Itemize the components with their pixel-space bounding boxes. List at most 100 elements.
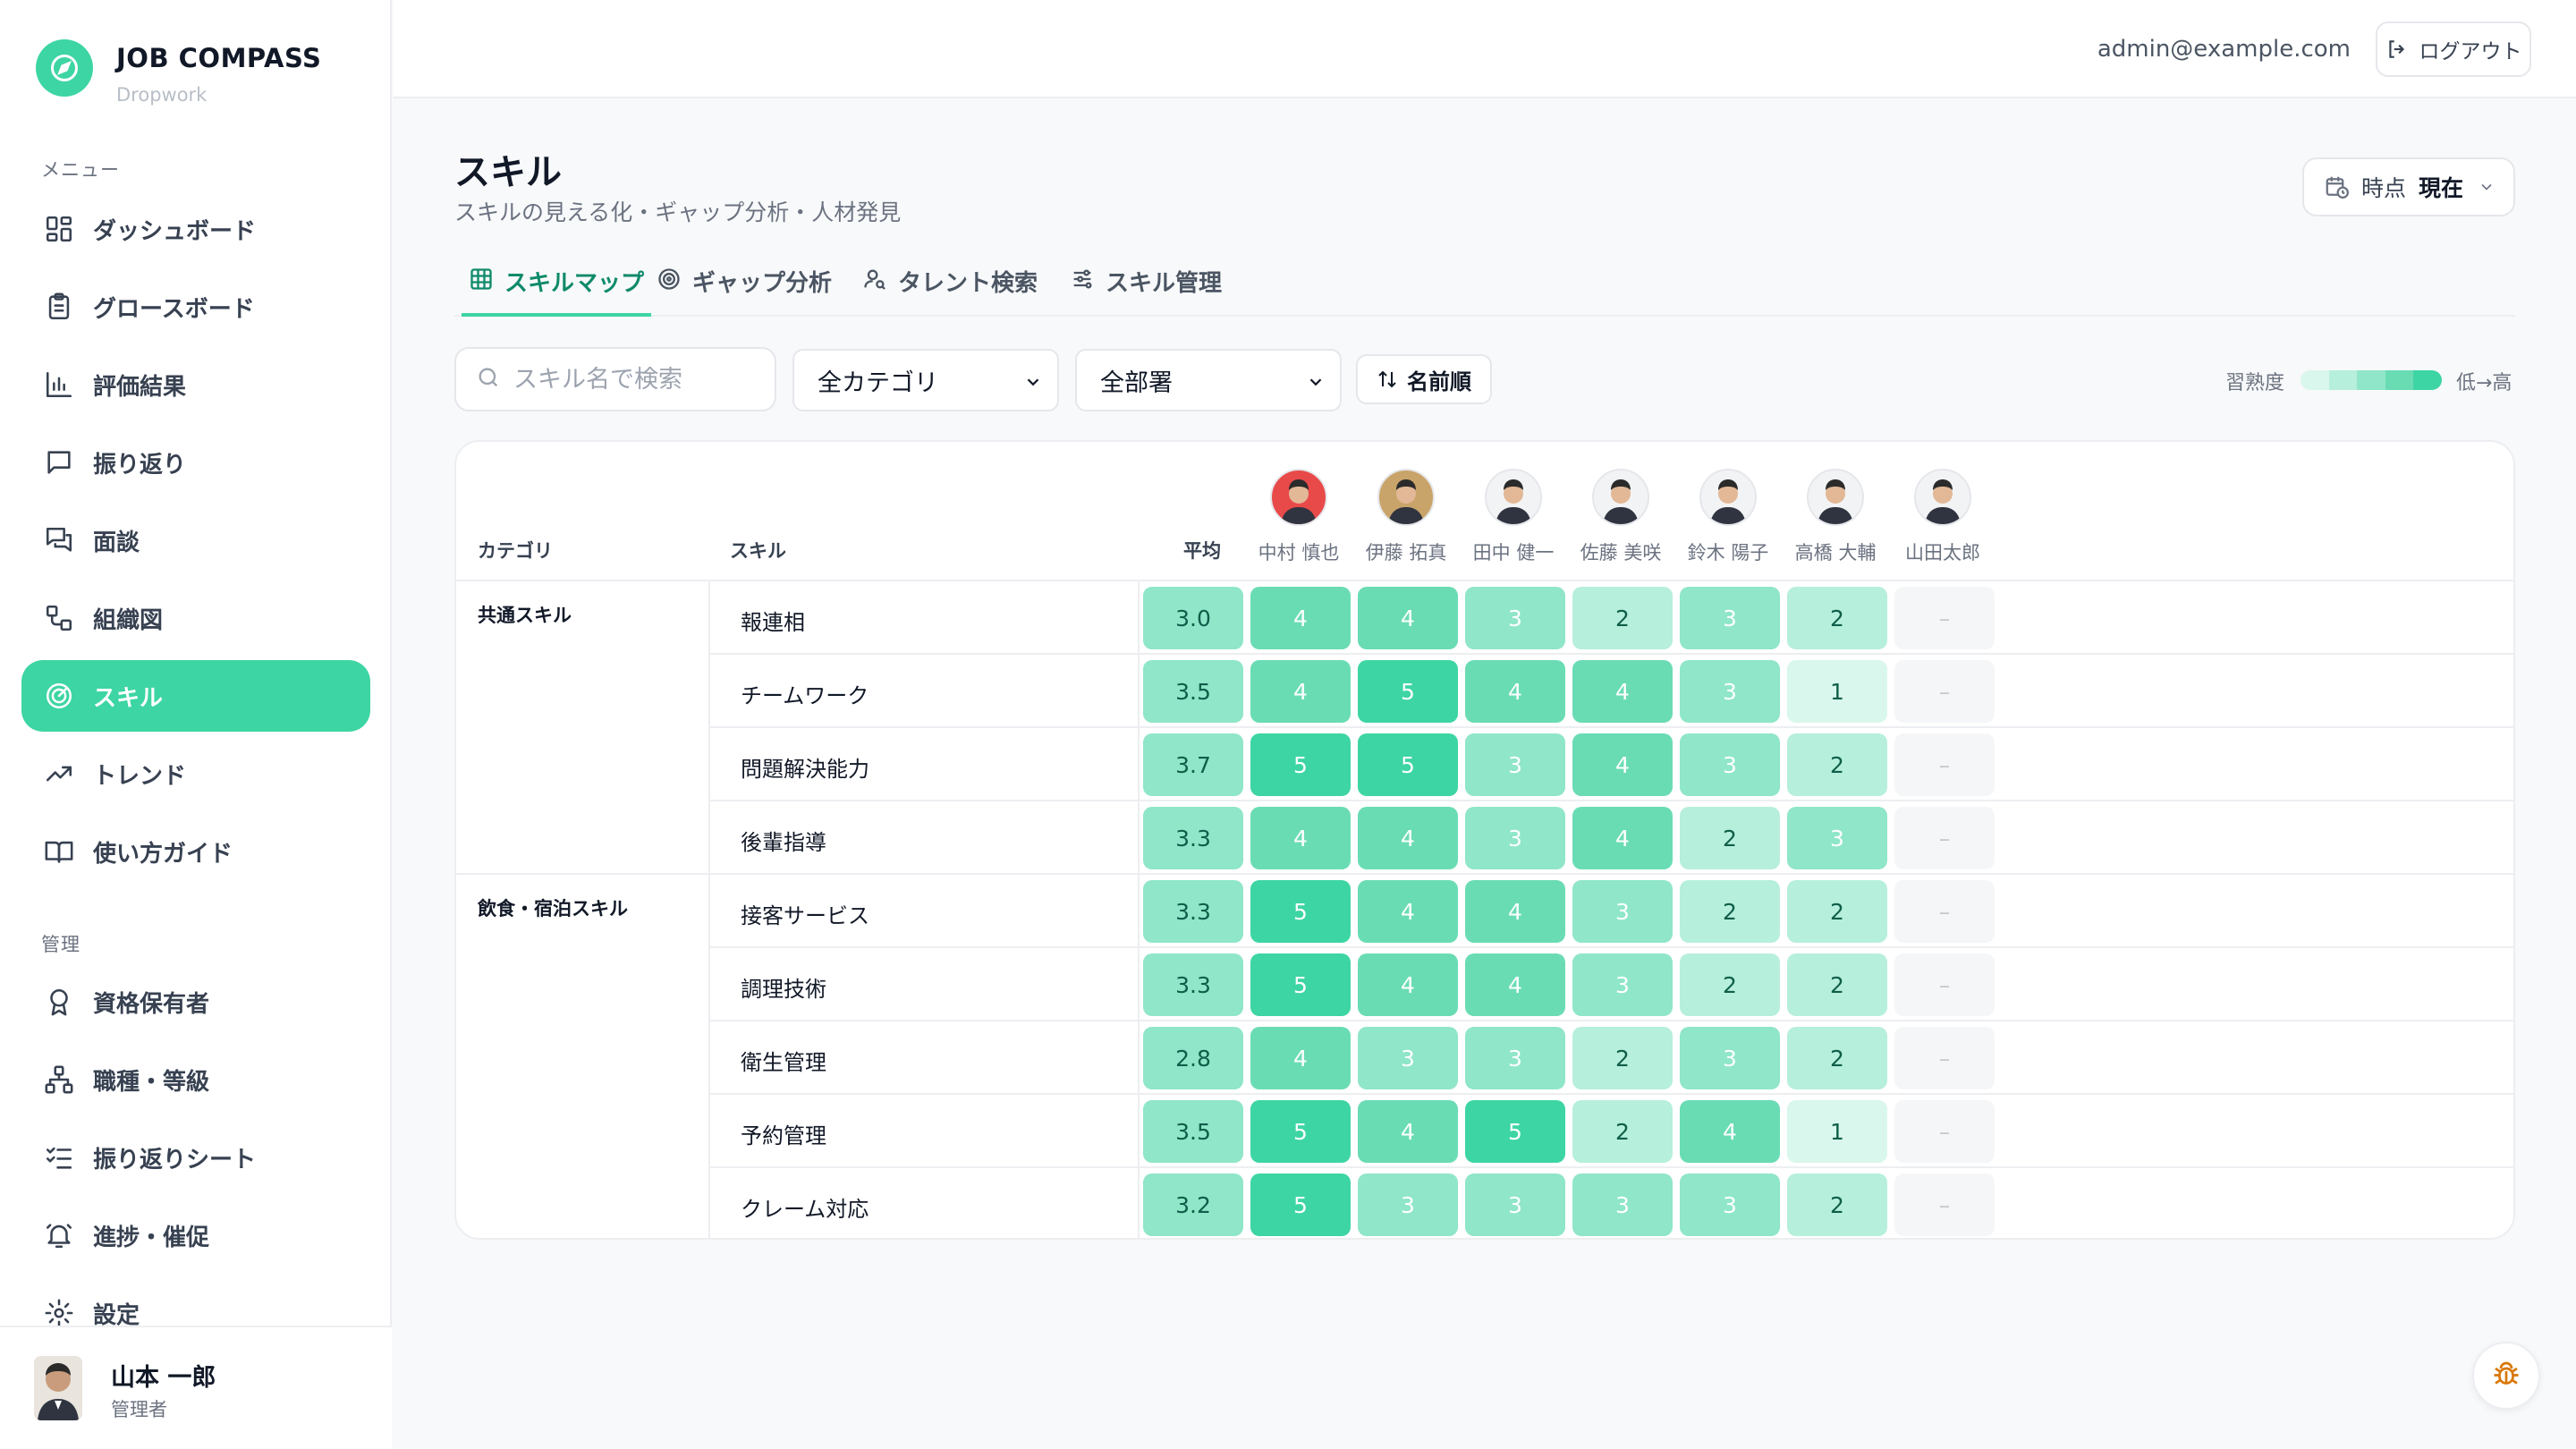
score-cell[interactable]: 3 — [1465, 733, 1565, 796]
sidebar-item-book[interactable]: 使い方ガイド — [21, 816, 370, 887]
score-cell[interactable]: 2 — [1680, 880, 1780, 943]
score-cell[interactable]: 4 — [1465, 880, 1565, 943]
score-cell[interactable]: 3 — [1572, 1174, 1673, 1236]
score-cell-empty[interactable]: – — [1894, 660, 1995, 723]
sidebar-item-org[interactable]: 組織図 — [21, 582, 370, 654]
sidebar-item-checklist[interactable]: 振り返りシート — [21, 1122, 370, 1193]
tab-talent-search[interactable]: タレント検索 — [862, 265, 1038, 317]
score-cell-empty[interactable]: – — [1894, 880, 1995, 943]
logout-button[interactable]: ログアウト — [2376, 21, 2531, 77]
score-cell-empty[interactable]: – — [1894, 587, 1995, 649]
score-cell[interactable]: 1 — [1787, 660, 1887, 723]
score-cell[interactable]: 4 — [1572, 733, 1673, 796]
score-cell[interactable]: 4 — [1250, 660, 1351, 723]
score-cell[interactable]: 4 — [1250, 807, 1351, 869]
score-cell[interactable]: 4 — [1358, 880, 1458, 943]
score-cell[interactable]: 2 — [1787, 1027, 1887, 1089]
score-cell[interactable]: 2 — [1787, 733, 1887, 796]
score-cell[interactable]: 3 — [1465, 807, 1565, 869]
score-cell[interactable]: 2 — [1572, 587, 1673, 649]
score-cell[interactable]: 3 — [1680, 660, 1780, 723]
sidebar-item-radar[interactable]: スキル — [21, 660, 370, 732]
score-cell[interactable]: 4 — [1465, 660, 1565, 723]
score-cell[interactable]: 5 — [1358, 733, 1458, 796]
score-cell[interactable]: 5 — [1465, 1100, 1565, 1163]
user-profile[interactable]: 山本 一郎 管理者 — [0, 1326, 392, 1449]
score-cell[interactable]: 2 — [1787, 953, 1887, 1016]
bug-report-button[interactable] — [2472, 1342, 2540, 1410]
score-cell[interactable]: 3 — [1465, 1027, 1565, 1089]
sidebar-item-clipboard[interactable]: グロースボード — [21, 271, 370, 343]
person-column-header[interactable]: 高橋 大輔 — [1786, 469, 1885, 565]
person-column-header[interactable]: 田中 健一 — [1464, 469, 1563, 565]
score-cell[interactable]: 3 — [1680, 1027, 1780, 1089]
tab-skill-management[interactable]: スキル管理 — [1070, 265, 1222, 317]
sidebar-item-hierarchy[interactable]: 職種・等級 — [21, 1044, 370, 1115]
score-cell[interactable]: 5 — [1250, 880, 1351, 943]
score-cell-empty[interactable]: – — [1894, 807, 1995, 869]
score-cell[interactable]: 4 — [1572, 660, 1673, 723]
brand[interactable]: JOB COMPASS Dropwork — [36, 39, 321, 106]
score-cell[interactable]: 3 — [1465, 587, 1565, 649]
score-cell[interactable]: 2 — [1787, 587, 1887, 649]
score-cell[interactable]: 4 — [1680, 1100, 1780, 1163]
sidebar-item-chats[interactable]: 面談 — [21, 504, 370, 576]
category-label: 飲食・宿泊スキル — [478, 898, 628, 919]
score-cell[interactable]: 2 — [1572, 1027, 1673, 1089]
score-cell[interactable]: 3 — [1465, 1174, 1565, 1236]
score-cell[interactable]: 1 — [1787, 1100, 1887, 1163]
score-cell[interactable]: 4 — [1572, 807, 1673, 869]
score-cell[interactable]: 5 — [1358, 660, 1458, 723]
score-cell[interactable]: 3 — [1358, 1027, 1458, 1089]
skill-name: 接客サービス — [741, 903, 869, 928]
score-cell[interactable]: 5 — [1250, 1174, 1351, 1236]
score-cell[interactable]: 5 — [1250, 1100, 1351, 1163]
person-column-header[interactable]: 佐藤 美咲 — [1572, 469, 1670, 565]
department-select[interactable]: 全部署 — [1075, 349, 1342, 411]
score-cell[interactable]: 4 — [1358, 587, 1458, 649]
score-cell-empty[interactable]: – — [1894, 1027, 1995, 1089]
sidebar-item-trend[interactable]: トレンド — [21, 738, 370, 809]
score-cell[interactable]: 3 — [1680, 733, 1780, 796]
score-cell-empty[interactable]: – — [1894, 733, 1995, 796]
category-select[interactable]: 全カテゴリ — [792, 349, 1059, 411]
tab-gap-analysis[interactable]: ギャップ分析 — [657, 265, 832, 317]
score-cell[interactable]: 3 — [1787, 807, 1887, 869]
score-cell-empty[interactable]: – — [1894, 1174, 1995, 1236]
score-cell[interactable]: 4 — [1465, 953, 1565, 1016]
score-cell[interactable]: 3 — [1358, 1174, 1458, 1236]
person-column-header[interactable]: 伊藤 拓真 — [1357, 469, 1455, 565]
score-cell[interactable]: 2 — [1680, 953, 1780, 1016]
score-cell-empty[interactable]: – — [1894, 1100, 1995, 1163]
score-cell[interactable]: 4 — [1250, 1027, 1351, 1089]
search-input[interactable] — [513, 365, 764, 394]
person-column-header[interactable]: 鈴木 陽子 — [1679, 469, 1777, 565]
score-cell[interactable]: 3 — [1680, 1174, 1780, 1236]
tab-skill-map[interactable]: スキルマップ — [462, 265, 652, 317]
score-cell[interactable]: 3 — [1572, 880, 1673, 943]
person-column-header[interactable]: 中村 慎也 — [1250, 469, 1348, 565]
avatar — [1807, 469, 1864, 526]
sidebar-item-chat[interactable]: 振り返り — [21, 427, 370, 498]
score-cell[interactable]: 4 — [1358, 1100, 1458, 1163]
score-cell[interactable]: 3 — [1680, 587, 1780, 649]
time-point-selector[interactable]: 時点 現在 — [2302, 157, 2515, 216]
sidebar-item-bell[interactable]: 進捗・催促 — [21, 1199, 370, 1271]
score-cell[interactable]: 2 — [1680, 807, 1780, 869]
sidebar-item-award[interactable]: 資格保有者 — [21, 966, 370, 1038]
sort-button[interactable]: 名前順 — [1356, 354, 1492, 404]
score-cell[interactable]: 2 — [1787, 880, 1887, 943]
score-cell[interactable]: 2 — [1572, 1100, 1673, 1163]
score-cell[interactable]: 3 — [1572, 953, 1673, 1016]
score-cell-empty[interactable]: – — [1894, 953, 1995, 1016]
score-cell[interactable]: 4 — [1358, 807, 1458, 869]
score-cell[interactable]: 4 — [1250, 587, 1351, 649]
sidebar-item-dashboard[interactable]: ダッシュボード — [21, 193, 370, 265]
score-cell[interactable]: 2 — [1787, 1174, 1887, 1236]
person-column-header[interactable]: 山田太郎 — [1894, 469, 1992, 565]
score-cell[interactable]: 5 — [1250, 733, 1351, 796]
score-cell[interactable]: 5 — [1250, 953, 1351, 1016]
skill-search[interactable] — [454, 347, 776, 411]
score-cell[interactable]: 4 — [1358, 953, 1458, 1016]
sidebar-item-bar-chart[interactable]: 評価結果 — [21, 349, 370, 420]
